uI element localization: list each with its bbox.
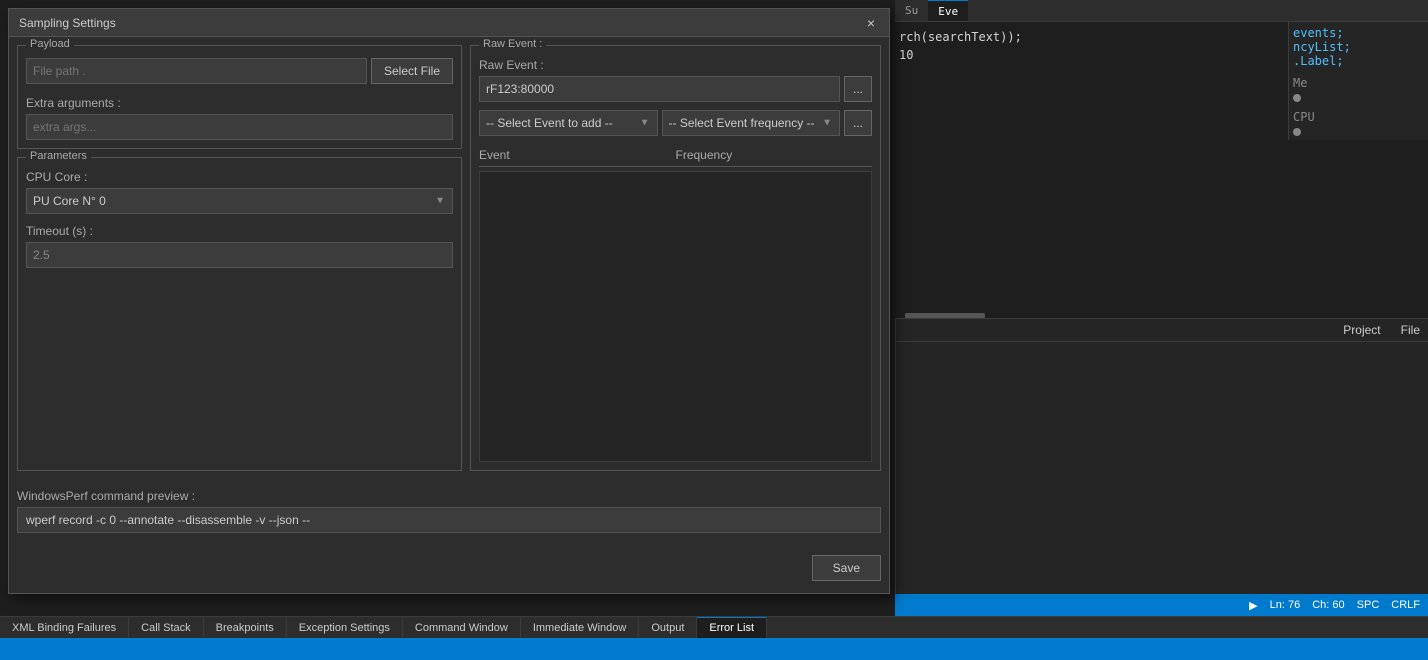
editor-crlf: CRLF	[1391, 599, 1420, 611]
status-bar	[0, 638, 1428, 660]
event-dropdowns-row: -- Select Event to add -- -- Select Even…	[479, 110, 872, 136]
bottom-right-header: Project File	[896, 319, 1428, 342]
extra-args-label-text: Extra arguments :	[26, 96, 453, 110]
command-preview-label: WindowsPerf command preview :	[17, 489, 881, 503]
cpu-core-select-wrapper: PU Core N° 0	[26, 188, 453, 214]
tab-su[interactable]: Su	[895, 0, 928, 21]
tab-exception-settings[interactable]: Exception Settings	[287, 617, 403, 638]
save-button[interactable]: Save	[812, 555, 881, 581]
right-items-panel: events; ncyList; .Label; Me CPU	[1288, 22, 1428, 140]
project-col-label: Project	[1343, 323, 1380, 337]
frequency-col-header: Frequency	[676, 148, 873, 162]
event-col-header: Event	[479, 148, 676, 162]
tab-breakpoints[interactable]: Breakpoints	[204, 617, 287, 638]
select-frequency-wrapper: -- Select Event frequency --	[662, 110, 841, 136]
tab-error-list[interactable]: Error List	[697, 617, 767, 638]
editor-ch: Ch: 60	[1312, 599, 1344, 611]
raw-event-legend: Raw Event :	[479, 38, 546, 50]
right-cpu-dot	[1293, 94, 1301, 102]
right-cpu-row	[1293, 94, 1424, 102]
dialog-bottom-row: Save	[17, 551, 881, 585]
code-editor-panel: Su Eve rch(searchText)); 10 events; ncyL…	[895, 0, 1428, 320]
tab-xml-binding[interactable]: XML Binding Failures	[0, 617, 129, 638]
tab-immediate-window[interactable]: Immediate Window	[521, 617, 640, 638]
right-tabs: Su Eve	[895, 0, 1428, 22]
editor-status-bar: ▶ Ln: 76 Ch: 60 SPC CRLF	[895, 594, 1428, 616]
payload-legend: Payload	[26, 38, 74, 50]
parameters-legend: Parameters	[26, 150, 91, 162]
select-file-button[interactable]: Select File	[371, 58, 453, 84]
bottom-tabs-bar: XML Binding Failures Call Stack Breakpoi…	[0, 616, 1428, 638]
timeout-label-text: Timeout (s) :	[26, 224, 453, 238]
tab-call-stack[interactable]: Call Stack	[129, 617, 204, 638]
dialog-close-button[interactable]: ×	[863, 15, 879, 31]
right-item-3: .Label;	[1293, 54, 1424, 68]
status-expand-icon[interactable]: ▶	[1249, 599, 1257, 612]
command-preview-value: wperf record -c 0 --annotate --disassemb…	[17, 507, 881, 533]
select-event-dropdown[interactable]: -- Select Event to add --	[479, 110, 658, 136]
dialog-title-text: Sampling Settings	[19, 16, 116, 30]
dialog-titlebar: Sampling Settings ×	[9, 9, 889, 37]
event-table-body[interactable]	[479, 171, 872, 462]
parameters-section: Parameters CPU Core : PU Core N° 0 Timeo…	[17, 157, 462, 471]
left-column: Payload Select File Extra arguments : Pa…	[17, 45, 462, 471]
editor-spc: SPC	[1357, 599, 1380, 611]
tab-command-window[interactable]: Command Window	[403, 617, 521, 638]
raw-event-add-button[interactable]: ...	[844, 76, 872, 102]
cpu-core-label: CPU Core :	[26, 170, 453, 184]
extra-args-input[interactable]	[26, 114, 453, 140]
dialog-body: Payload Select File Extra arguments : Pa…	[9, 37, 889, 593]
raw-event-input[interactable]	[479, 76, 840, 102]
bottom-right-panel: Project File	[895, 318, 1428, 594]
file-col-label: File	[1401, 323, 1420, 337]
raw-event-input-row: ...	[479, 76, 872, 102]
right-cpu-row2	[1293, 128, 1424, 136]
right-item-1: events;	[1293, 26, 1424, 40]
editor-ln: Ln: 76	[1270, 599, 1301, 611]
select-event-wrapper: -- Select Event to add --	[479, 110, 658, 136]
tab-output[interactable]: Output	[639, 617, 697, 638]
command-preview-section: WindowsPerf command preview : wperf reco…	[17, 485, 881, 537]
extra-args-section: Extra arguments :	[26, 96, 453, 140]
right-cpu-label: CPU	[1293, 110, 1424, 124]
payload-section: Payload Select File Extra arguments :	[17, 45, 462, 149]
right-extra-label: Me	[1293, 76, 1424, 90]
cpu-core-select[interactable]: PU Core N° 0	[26, 188, 453, 214]
sampling-settings-dialog: Sampling Settings × Payload Select File …	[8, 8, 890, 594]
raw-event-section: Raw Event : Raw Event : ... -- Select Ev…	[470, 45, 881, 471]
dialog-top-row: Payload Select File Extra arguments : Pa…	[17, 45, 881, 471]
file-path-row: Select File	[26, 58, 453, 84]
raw-event-label-text: Raw Event :	[479, 58, 872, 72]
select-frequency-dropdown[interactable]: -- Select Event frequency --	[662, 110, 841, 136]
timeout-input[interactable]	[26, 242, 453, 268]
tab-eve[interactable]: Eve	[928, 0, 968, 21]
file-path-input[interactable]	[26, 58, 367, 84]
right-cpu-dot2	[1293, 128, 1301, 136]
event-add-button[interactable]: ...	[844, 110, 872, 136]
event-table-header: Event Frequency	[479, 144, 872, 167]
right-item-2: ncyList;	[1293, 40, 1424, 54]
